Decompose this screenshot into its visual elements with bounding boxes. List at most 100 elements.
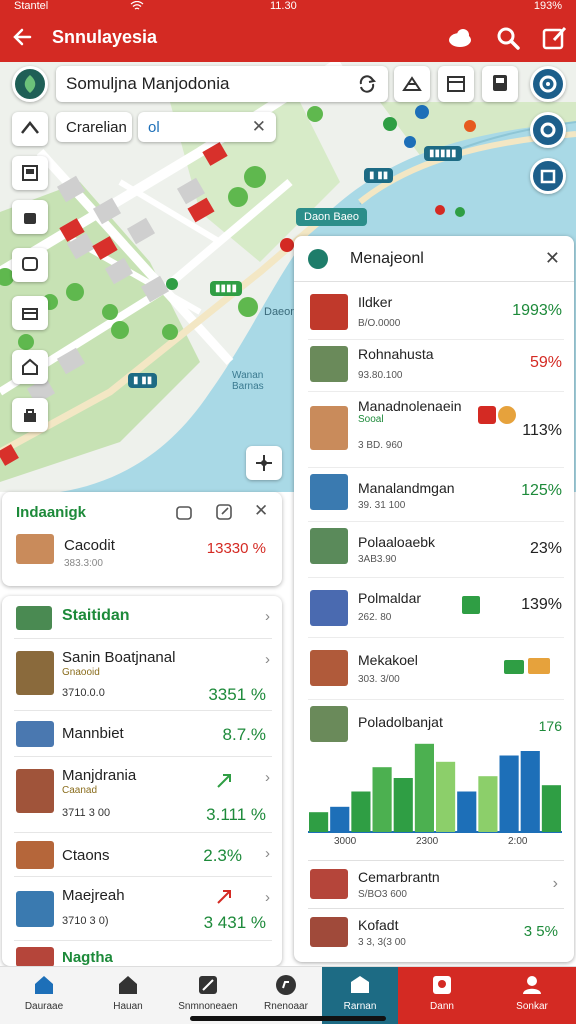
building-round-button[interactable]: [530, 158, 566, 194]
chart-bar: [457, 791, 477, 832]
trend-up-icon: [217, 890, 231, 904]
list-item[interactable]: Manjdrania Caanad 3711 3 00 3.111 % ›: [14, 756, 272, 832]
chart-header-value: 176: [538, 718, 562, 734]
stations-list: Staitidan › Sanin Boatjnanal Gnaooid 371…: [2, 596, 282, 966]
filter-round-button[interactable]: [530, 112, 566, 148]
item-name: Sanin Boatjnanal: [62, 649, 176, 666]
list-item[interactable]: Polmaldar 262. 80 139%: [308, 578, 564, 638]
chart-bar: [351, 791, 371, 832]
search-box[interactable]: [56, 66, 388, 102]
map-tag-blue[interactable]: ▮ ▮▮: [364, 168, 394, 183]
store-button[interactable]: [438, 66, 474, 102]
refresh-icon[interactable]: [356, 73, 378, 95]
list-item[interactable]: Ctaons 2.3% ›: [14, 832, 272, 876]
side-tool-board[interactable]: [12, 156, 48, 190]
list-item[interactable]: Manalandmgan 39. 31 100 125%: [308, 468, 564, 522]
search-icon[interactable]: [494, 24, 522, 52]
item-sub: 3710.0.0: [62, 687, 105, 699]
back-arrow-icon[interactable]: [10, 24, 36, 50]
close-icon[interactable]: ✕: [252, 117, 266, 137]
tag-chip[interactable]: ol ✕: [138, 112, 276, 142]
map-tag-blue-2[interactable]: ▮ ▮▮: [128, 373, 158, 388]
side-tool-home[interactable]: [12, 350, 48, 384]
item-thumbnail: [16, 721, 54, 747]
item-name: Ildker: [358, 294, 393, 310]
map-tag-green[interactable]: ▮▮▮▮: [210, 281, 243, 296]
item-thumbnail: [16, 841, 54, 869]
search-input[interactable]: [66, 73, 336, 95]
close-icon[interactable]: ✕: [254, 501, 268, 521]
item-sub: 3 BD. 960: [358, 440, 403, 451]
item-name: Mekakoel: [358, 652, 418, 668]
lock-icon[interactable]: [174, 502, 194, 522]
clock: 11.30: [270, 0, 297, 12]
side-tool-chat[interactable]: [12, 248, 48, 282]
list-item[interactable]: Mannbiet 8.7.%: [14, 710, 272, 756]
item-name: Polaaloaebk: [358, 534, 436, 550]
list-item[interactable]: Maejreah 3710 3 0) 3 431 % ›: [14, 876, 272, 940]
open-icon[interactable]: [214, 502, 234, 522]
list-item[interactable]: Rohnahusta 93.80.100 59%: [308, 340, 564, 392]
store-icon: [447, 76, 465, 92]
close-icon[interactable]: ✕: [545, 248, 560, 269]
item-value: 3351 %: [208, 685, 266, 704]
list-item[interactable]: Kofadt 3 3, 3(3 00 3 5%: [308, 908, 564, 958]
nav-item-dashboard[interactable]: Dauraae: [8, 967, 80, 1024]
stations-header[interactable]: Staitidan ›: [14, 604, 270, 632]
list-item[interactable]: Polaaloaebk 3AB3.90 23%: [308, 522, 564, 578]
item-thumbnail: [310, 406, 348, 450]
item-category: Sooal: [358, 414, 384, 425]
chart-bar: [309, 812, 329, 832]
building-icon: [540, 169, 556, 184]
item-sub: B/O.0000: [358, 318, 401, 329]
list-item[interactable]: Sanin Boatjnanal Gnaooid 3710.0.0 3351 %…: [14, 638, 272, 710]
chart-bar: [520, 751, 540, 832]
chat-icon: [22, 257, 38, 271]
filter-chip[interactable]: Crarelian: [56, 112, 132, 142]
list-item[interactable]: Ildker B/O.0000 1993%: [308, 288, 564, 340]
layers-button[interactable]: [394, 66, 430, 102]
tag-icon: [504, 660, 524, 674]
list-item[interactable]: Nagtha: [14, 940, 272, 966]
chart-bar: [372, 767, 392, 832]
x-tick-label: 2300: [416, 836, 439, 847]
location-pin-icon: [308, 249, 328, 269]
list-item[interactable]: Mekakoel 303. 3/00: [308, 638, 564, 700]
chart-title: Poladolbanjat: [358, 714, 443, 730]
alert-icon: [433, 976, 451, 994]
home-outline-icon: [22, 358, 38, 375]
edit-icon[interactable]: [540, 24, 568, 52]
nav-item-house[interactable]: Hauan: [92, 967, 164, 1024]
item-thumbnail: [16, 769, 54, 813]
location-logo-icon[interactable]: [12, 66, 48, 102]
item-sub: 3710 3 0): [62, 915, 109, 927]
insight-card[interactable]: Indaanigk ✕ Cacodit 383.3:00 13330 %: [2, 492, 282, 586]
map-tag-teal[interactable]: ▮▮▮▮▮: [424, 146, 462, 161]
item-name: Manjdrania: [62, 767, 137, 784]
map-banner[interactable]: Daon Baeo: [296, 208, 368, 226]
map-place-label-2: Wanan Barnas: [232, 370, 264, 392]
board-icon: [22, 165, 38, 181]
house-icon: [119, 976, 137, 994]
settings-round-button[interactable]: [530, 66, 566, 102]
compass-button[interactable]: [246, 446, 282, 480]
list-item[interactable]: Cemarbrantn S/BO3 600 ›: [308, 860, 564, 908]
side-tool-shop[interactable]: [12, 296, 48, 330]
side-tool-lock[interactable]: [12, 398, 48, 432]
chevron-right-icon: ›: [265, 651, 270, 668]
side-tool-bag[interactable]: [12, 200, 48, 234]
item-thumbnail: [16, 891, 54, 927]
item-name: Manadnolenaein: [358, 398, 462, 414]
list-item[interactable]: Manadnolenaein Sooal 3 BD. 960 113%: [308, 392, 564, 468]
item-value: 3 431 %: [203, 913, 266, 932]
item-value: 113%: [522, 422, 562, 439]
bookmark-button[interactable]: [482, 66, 518, 102]
nav-item-alert[interactable]: Dann: [398, 967, 486, 1024]
nav-item-profile[interactable]: Sonkar: [488, 967, 576, 1024]
item-sub: 3 3, 3(3 00: [358, 937, 406, 948]
panel-title: Menajeonl: [350, 250, 424, 267]
cloud-icon[interactable]: [446, 24, 474, 52]
item-thumbnail: [310, 917, 348, 947]
nav-label: Dauraae: [24, 1001, 64, 1012]
side-tool-navigate[interactable]: [12, 112, 48, 146]
